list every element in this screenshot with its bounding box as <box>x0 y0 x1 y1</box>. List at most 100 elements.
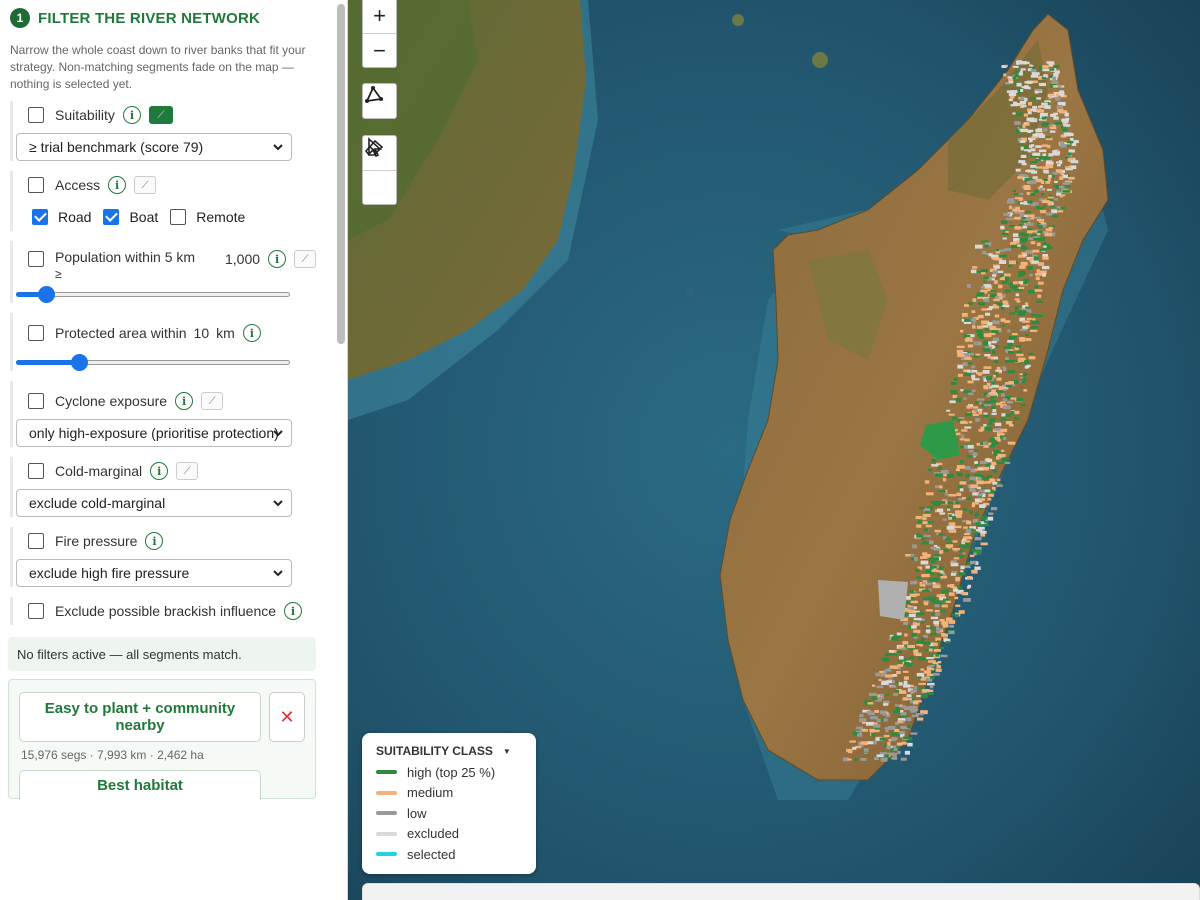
river-segment[interactable] <box>960 389 964 392</box>
river-segment[interactable] <box>934 548 942 551</box>
close-icon[interactable]: ✕ <box>269 692 305 742</box>
river-segment[interactable] <box>898 645 904 649</box>
river-segment[interactable] <box>947 508 951 511</box>
river-segment[interactable] <box>923 670 931 674</box>
river-segment[interactable] <box>965 474 970 478</box>
river-segment[interactable] <box>893 665 899 670</box>
river-segment[interactable] <box>939 485 943 489</box>
river-segment[interactable] <box>949 624 954 628</box>
river-segment[interactable] <box>907 606 914 610</box>
river-segment[interactable] <box>949 400 956 404</box>
river-segment[interactable] <box>961 313 968 317</box>
river-segment[interactable] <box>866 741 874 745</box>
river-segment[interactable] <box>1016 60 1020 65</box>
river-segment[interactable] <box>952 588 959 592</box>
river-segment[interactable] <box>905 698 912 701</box>
river-segment[interactable] <box>1035 145 1042 148</box>
river-segment[interactable] <box>995 314 1000 318</box>
river-segment[interactable] <box>1048 93 1055 96</box>
river-segment[interactable] <box>928 665 935 668</box>
river-segment[interactable] <box>1038 281 1044 285</box>
river-segment[interactable] <box>1001 324 1006 327</box>
river-segment[interactable] <box>1019 310 1027 314</box>
river-segment[interactable] <box>999 254 1007 258</box>
zoom-in-button[interactable]: + <box>363 0 396 33</box>
river-segment[interactable] <box>1001 413 1006 417</box>
river-segment[interactable] <box>923 534 931 538</box>
river-segment[interactable] <box>1003 346 1011 349</box>
river-segment[interactable] <box>916 717 924 721</box>
river-segment[interactable] <box>1054 97 1061 101</box>
river-segment[interactable] <box>942 478 947 482</box>
river-segment[interactable] <box>984 520 989 524</box>
river-segment[interactable] <box>1049 130 1056 133</box>
river-segment[interactable] <box>992 481 998 485</box>
river-segment[interactable] <box>1009 225 1016 227</box>
river-segment[interactable] <box>937 501 946 504</box>
river-segment[interactable] <box>1062 174 1069 179</box>
river-segment[interactable] <box>1004 289 1011 293</box>
river-segment[interactable] <box>972 325 976 329</box>
river-segment[interactable] <box>1040 193 1045 196</box>
river-segment[interactable] <box>1023 389 1028 392</box>
river-segment[interactable] <box>1033 237 1039 241</box>
river-segment[interactable] <box>984 328 990 331</box>
river-segment[interactable] <box>989 418 996 422</box>
river-segment[interactable] <box>988 512 994 515</box>
river-segment[interactable] <box>961 497 966 500</box>
river-segment[interactable] <box>1038 156 1043 160</box>
river-segment[interactable] <box>984 400 991 404</box>
river-segment[interactable] <box>898 682 903 686</box>
river-segment[interactable] <box>902 670 909 673</box>
river-segment[interactable] <box>913 686 917 690</box>
river-segment[interactable] <box>852 746 857 750</box>
river-segment[interactable] <box>994 422 1002 427</box>
river-segment[interactable] <box>903 622 909 625</box>
river-segment[interactable] <box>973 341 982 346</box>
river-segment[interactable] <box>976 480 984 485</box>
river-segment[interactable] <box>884 727 889 730</box>
river-segment[interactable] <box>1002 437 1007 440</box>
river-segment[interactable] <box>891 737 896 742</box>
river-segment[interactable] <box>983 424 987 427</box>
river-segment[interactable] <box>937 508 944 513</box>
river-segment[interactable] <box>934 529 941 533</box>
river-segment[interactable] <box>913 629 921 634</box>
river-segment[interactable] <box>983 280 987 283</box>
river-segment[interactable] <box>939 609 946 613</box>
river-segment[interactable] <box>1005 277 1010 281</box>
river-segment[interactable] <box>1039 210 1047 214</box>
river-segment[interactable] <box>1040 248 1047 251</box>
river-segment[interactable] <box>873 724 881 728</box>
river-segment[interactable] <box>962 538 967 541</box>
river-segment[interactable] <box>1046 188 1052 191</box>
river-segment[interactable] <box>1002 405 1011 410</box>
river-segment[interactable] <box>1020 68 1026 71</box>
river-segment[interactable] <box>1036 242 1041 247</box>
river-segment[interactable] <box>861 729 868 732</box>
river-segment[interactable] <box>1006 400 1013 404</box>
river-segment[interactable] <box>903 684 911 688</box>
river-segment[interactable] <box>1005 421 1013 425</box>
river-segment[interactable] <box>1053 116 1059 120</box>
river-segment[interactable] <box>1053 65 1060 68</box>
river-segment[interactable] <box>997 284 1003 289</box>
river-segment[interactable] <box>1005 81 1010 85</box>
river-segment[interactable] <box>972 532 977 535</box>
river-segment[interactable] <box>1010 397 1017 400</box>
river-segment[interactable] <box>956 345 965 349</box>
river-segment[interactable] <box>1059 160 1063 164</box>
river-segment[interactable] <box>1019 373 1023 376</box>
river-segment[interactable] <box>933 672 940 676</box>
river-segment[interactable] <box>950 382 957 385</box>
preset-button[interactable]: Easy to plant + community nearby <box>19 692 261 742</box>
river-segment[interactable] <box>953 377 958 381</box>
river-segment[interactable] <box>976 292 985 295</box>
river-segment[interactable] <box>1015 345 1022 348</box>
river-segment[interactable] <box>947 501 954 504</box>
river-segment[interactable] <box>945 544 954 548</box>
river-segment[interactable] <box>906 694 912 698</box>
river-segment[interactable] <box>993 258 1002 261</box>
river-segment[interactable] <box>1042 153 1047 157</box>
river-segment[interactable] <box>924 480 930 484</box>
